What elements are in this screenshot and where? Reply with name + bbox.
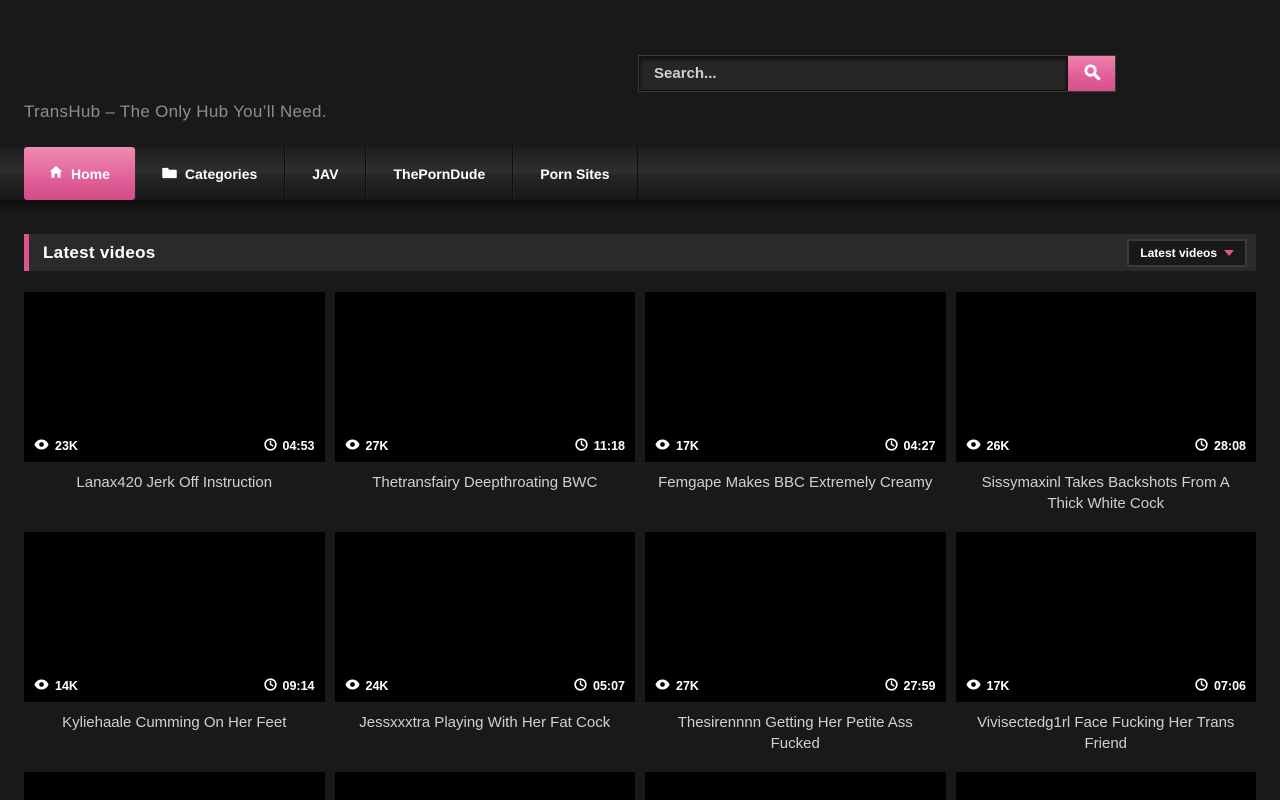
main-nav: Home Categories JAV ThePornDude Porn Sit… bbox=[0, 147, 1280, 200]
nav-label-home: Home bbox=[71, 166, 110, 182]
video-title[interactable]: Thetransfairy Deepthroating BWC bbox=[335, 462, 636, 532]
view-count: 26K bbox=[987, 439, 1010, 453]
video-thumbnail[interactable] bbox=[645, 772, 946, 800]
video-card[interactable]: 23K 04:53 Lanax420 Jerk Off Instruction bbox=[24, 292, 325, 532]
section-title: Latest videos bbox=[43, 243, 156, 263]
video-thumbnail[interactable]: 24K 05:07 bbox=[335, 532, 636, 702]
view-count: 17K bbox=[987, 679, 1010, 693]
video-duration: 04:53 bbox=[283, 439, 315, 453]
video-title[interactable]: Jessxxxtra Playing With Her Fat Cock bbox=[335, 702, 636, 772]
nav-item-home[interactable]: Home bbox=[24, 147, 135, 200]
video-stats: 26K 28:08 bbox=[956, 429, 1257, 462]
video-card[interactable]: 14K 09:14 Kyliehaale Cumming On Her Feet bbox=[24, 532, 325, 772]
eye-icon bbox=[34, 679, 49, 693]
video-card[interactable]: 26K 28:08 Sissymaxinl Takes Backshots Fr… bbox=[956, 292, 1257, 532]
home-icon bbox=[49, 165, 63, 182]
video-thumbnail[interactable] bbox=[335, 772, 636, 800]
video-duration: 11:18 bbox=[594, 439, 625, 453]
video-card[interactable] bbox=[645, 772, 946, 800]
clock-icon bbox=[885, 438, 898, 454]
clock-icon bbox=[264, 678, 277, 694]
magnifier-icon bbox=[1083, 63, 1101, 84]
eye-icon bbox=[655, 679, 670, 693]
nav-label-jav: JAV bbox=[312, 166, 338, 182]
site-tagline: TransHub – The Only Hub You’ll Need. bbox=[24, 102, 327, 122]
search-bar bbox=[638, 55, 1116, 92]
video-title[interactable]: Vivisectedg1rl Face Fucking Her Trans Fr… bbox=[956, 702, 1257, 772]
site-header: TransHub – The Only Hub You’ll Need. bbox=[0, 0, 1280, 147]
clock-icon bbox=[574, 678, 587, 694]
video-title[interactable]: Sissymaxinl Takes Backshots From A Thick… bbox=[956, 462, 1257, 532]
eye-icon bbox=[966, 439, 981, 453]
nav-label-porn-sites: Porn Sites bbox=[540, 166, 609, 182]
search-button[interactable] bbox=[1068, 56, 1115, 91]
video-thumbnail[interactable]: 23K 04:53 bbox=[24, 292, 325, 462]
eye-icon bbox=[345, 679, 360, 693]
clock-icon bbox=[885, 678, 898, 694]
video-card[interactable]: 27K 27:59 Thesirennnn Getting Her Petite… bbox=[645, 532, 946, 772]
video-stats: 27K 27:59 bbox=[645, 669, 946, 702]
video-card[interactable]: 27K 11:18 Thetransfairy Deepthroating BW… bbox=[335, 292, 636, 532]
video-thumbnail[interactable] bbox=[24, 772, 325, 800]
video-title[interactable]: Kyliehaale Cumming On Her Feet bbox=[24, 702, 325, 772]
eye-icon bbox=[34, 439, 49, 453]
search-input[interactable] bbox=[639, 56, 1068, 91]
video-stats: 24K 05:07 bbox=[335, 669, 636, 702]
video-thumbnail[interactable]: 27K 11:18 bbox=[335, 292, 636, 462]
view-count: 27K bbox=[366, 439, 389, 453]
video-card[interactable] bbox=[335, 772, 636, 800]
folder-icon bbox=[162, 166, 177, 182]
clock-icon bbox=[575, 438, 588, 454]
video-card[interactable]: 24K 05:07 Jessxxxtra Playing With Her Fa… bbox=[335, 532, 636, 772]
clock-icon bbox=[1195, 438, 1208, 454]
video-grid: 23K 04:53 Lanax420 Jerk Off Instruction … bbox=[24, 292, 1256, 800]
section-header: Latest videos Latest videos bbox=[24, 234, 1256, 271]
view-count: 17K bbox=[676, 439, 699, 453]
video-duration: 05:07 bbox=[593, 679, 625, 693]
video-stats: 27K 11:18 bbox=[335, 429, 636, 462]
nav-label-theporndude: ThePornDude bbox=[393, 166, 485, 182]
caret-down-icon bbox=[1224, 250, 1234, 256]
nav-item-jav[interactable]: JAV bbox=[285, 147, 366, 200]
video-card[interactable] bbox=[24, 772, 325, 800]
video-title[interactable]: Lanax420 Jerk Off Instruction bbox=[24, 462, 325, 532]
video-card[interactable] bbox=[956, 772, 1257, 800]
video-thumbnail[interactable]: 14K 09:14 bbox=[24, 532, 325, 702]
video-stats: 14K 09:14 bbox=[24, 669, 325, 702]
clock-icon bbox=[264, 438, 277, 454]
video-stats: 17K 04:27 bbox=[645, 429, 946, 462]
video-stats: 17K 07:06 bbox=[956, 669, 1257, 702]
view-count: 24K bbox=[366, 679, 389, 693]
clock-icon bbox=[1195, 678, 1208, 694]
video-duration: 28:08 bbox=[1214, 439, 1246, 453]
video-thumbnail[interactable]: 27K 27:59 bbox=[645, 532, 946, 702]
video-duration: 27:59 bbox=[904, 679, 936, 693]
nav-item-categories[interactable]: Categories bbox=[135, 147, 285, 200]
video-thumbnail[interactable]: 17K 07:06 bbox=[956, 532, 1257, 702]
video-stats: 23K 04:53 bbox=[24, 429, 325, 462]
view-count: 23K bbox=[55, 439, 78, 453]
video-title[interactable]: Femgape Makes BBC Extremely Creamy bbox=[645, 462, 946, 532]
eye-icon bbox=[966, 679, 981, 693]
view-count: 14K bbox=[55, 679, 78, 693]
video-card[interactable]: 17K 04:27 Femgape Makes BBC Extremely Cr… bbox=[645, 292, 946, 532]
nav-item-theporndude[interactable]: ThePornDude bbox=[366, 147, 513, 200]
sort-dropdown-label: Latest videos bbox=[1140, 246, 1217, 260]
video-thumbnail[interactable] bbox=[956, 772, 1257, 800]
nav-item-porn-sites[interactable]: Porn Sites bbox=[513, 147, 637, 200]
sort-dropdown[interactable]: Latest videos bbox=[1127, 239, 1247, 267]
video-duration: 04:27 bbox=[904, 439, 936, 453]
video-thumbnail[interactable]: 17K 04:27 bbox=[645, 292, 946, 462]
video-title[interactable]: Thesirennnn Getting Her Petite Ass Fucke… bbox=[645, 702, 946, 772]
video-card[interactable]: 17K 07:06 Vivisectedg1rl Face Fucking He… bbox=[956, 532, 1257, 772]
view-count: 27K bbox=[676, 679, 699, 693]
video-thumbnail[interactable]: 26K 28:08 bbox=[956, 292, 1257, 462]
eye-icon bbox=[345, 439, 360, 453]
eye-icon bbox=[655, 439, 670, 453]
video-duration: 09:14 bbox=[283, 679, 315, 693]
video-duration: 07:06 bbox=[1214, 679, 1246, 693]
nav-label-categories: Categories bbox=[185, 166, 257, 182]
